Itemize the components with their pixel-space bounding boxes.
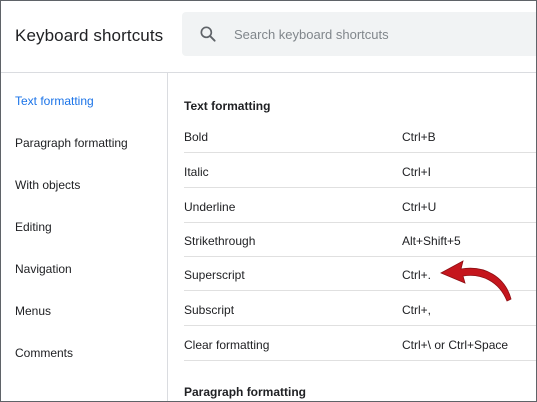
shortcut-keys: Alt+Shift+5 [402,234,461,248]
shortcut-keys: Ctrl+. [402,268,432,282]
sidebar-item-paragraph-formatting[interactable]: Paragraph formatting [15,136,128,150]
section-title-text-formatting: Text formatting [184,99,271,113]
sidebar-item-with-objects[interactable]: With objects [15,178,80,192]
sidebar: Text formatting Paragraph formatting Wit… [1,73,168,401]
shortcuts-list: Text formatting Bold Ctrl+B Italic Ctrl+… [169,73,536,401]
shortcut-row: Strikethrough Alt+Shift+5 [184,223,536,257]
sidebar-item-menus[interactable]: Menus [15,304,51,318]
shortcut-name: Subscript [184,303,235,317]
shortcut-keys: Ctrl+U [402,200,437,214]
shortcut-row: Bold Ctrl+B [184,119,536,153]
shortcut-row: Subscript Ctrl+, [184,292,536,326]
shortcut-name: Clear formatting [184,338,270,352]
sidebar-item-text-formatting[interactable]: Text formatting [15,94,94,108]
shortcut-keys: Ctrl+I [402,165,432,179]
shortcut-keys: Ctrl+B [402,130,436,144]
section-title-paragraph-formatting: Paragraph formatting [184,385,307,399]
shortcut-row: Clear formatting Ctrl+\ or Ctrl+Space [184,327,536,361]
sidebar-item-navigation[interactable]: Navigation [15,262,72,276]
sidebar-item-comments[interactable]: Comments [15,346,73,360]
shortcut-row: Superscript Ctrl+. [184,257,536,291]
search-icon [200,26,216,42]
shortcut-name: Bold [184,130,209,144]
search-box[interactable] [182,12,536,56]
shortcut-row: Italic Ctrl+I [184,154,536,188]
shortcut-name: Superscript [184,268,245,282]
search-input[interactable] [234,12,524,56]
shortcut-name: Strikethrough [184,234,256,248]
shortcut-name: Underline [184,200,236,214]
shortcut-row: Underline Ctrl+U [184,189,536,223]
keyboard-shortcuts-dialog: Keyboard shortcuts Text formatting Parag… [0,0,537,402]
shortcut-name: Italic [184,165,209,179]
header: Keyboard shortcuts [1,1,536,73]
shortcut-keys: Ctrl+\ or Ctrl+Space [402,338,509,352]
sidebar-item-editing[interactable]: Editing [15,220,52,234]
page-title: Keyboard shortcuts [15,26,164,45]
shortcut-keys: Ctrl+, [402,303,432,317]
